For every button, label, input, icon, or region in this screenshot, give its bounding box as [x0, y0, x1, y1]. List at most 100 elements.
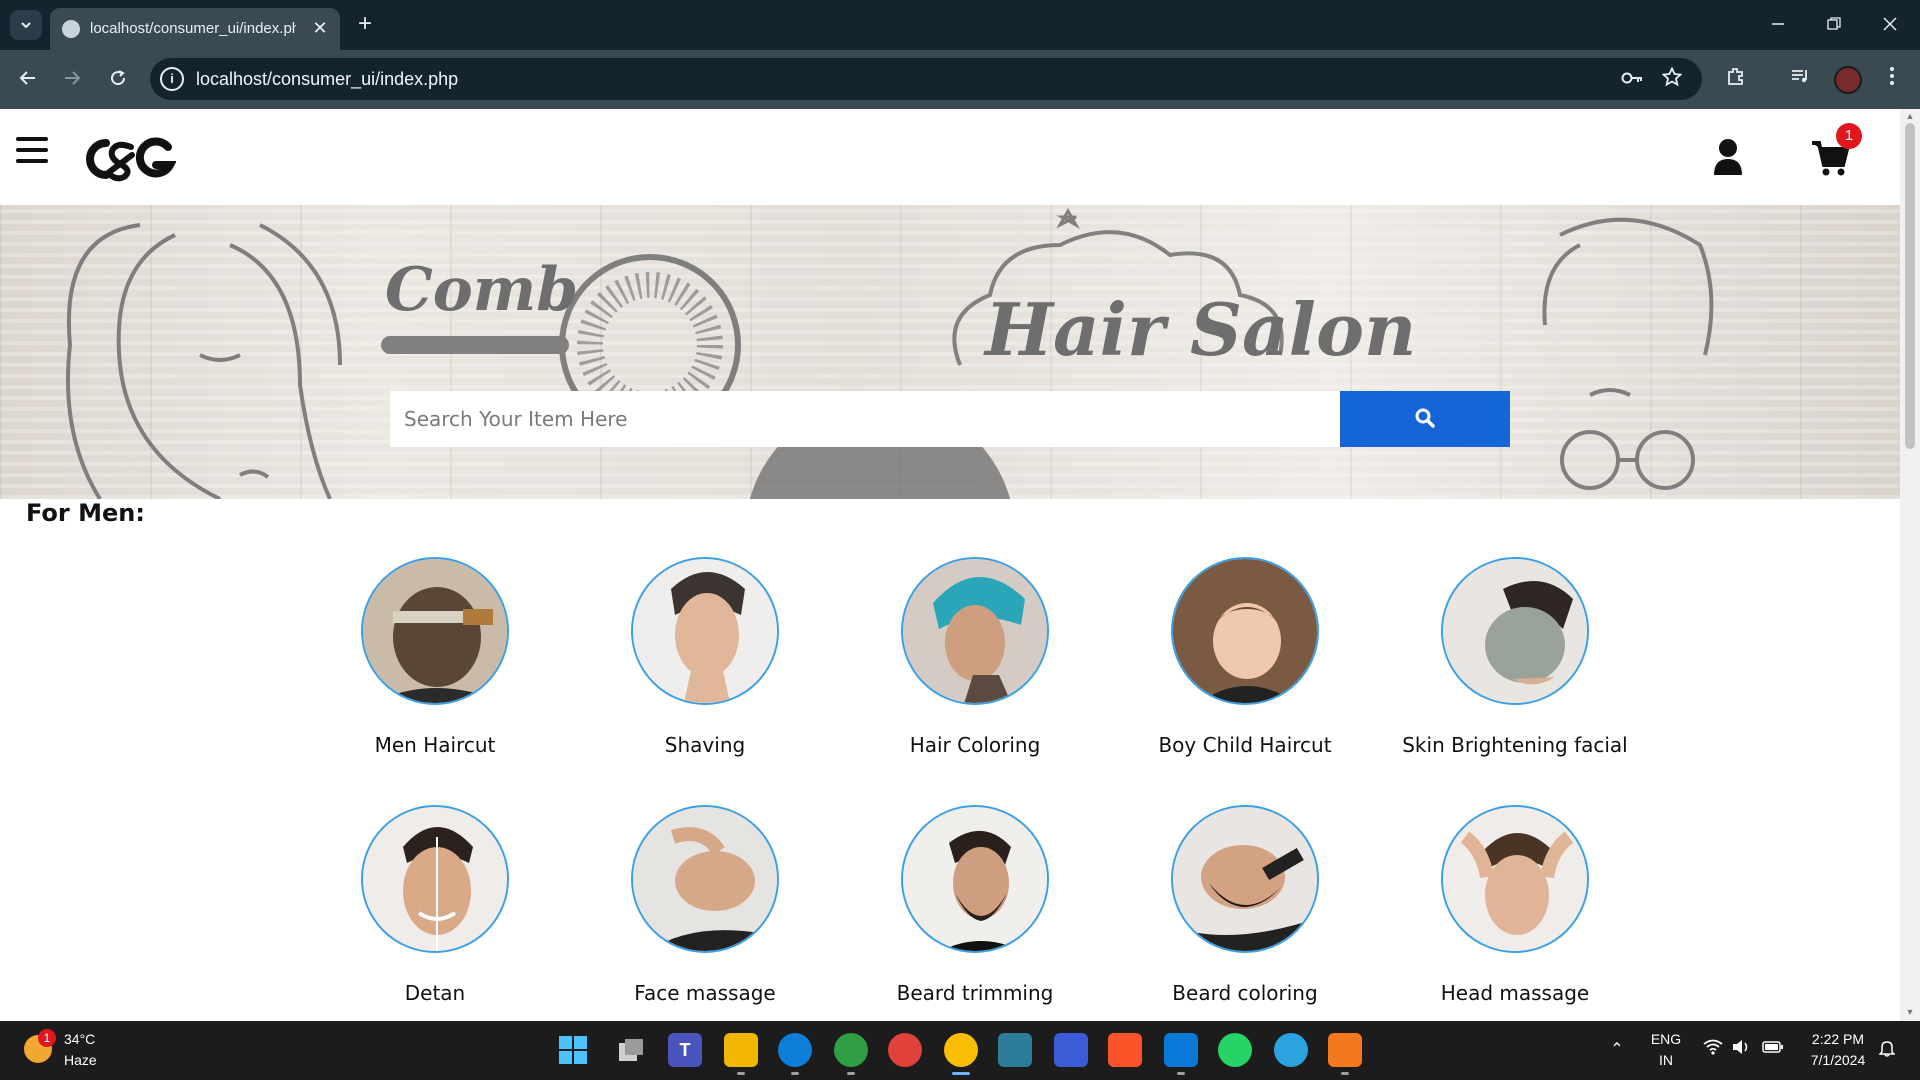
task-view-icon[interactable] — [614, 1033, 648, 1067]
service-card-hair-coloring[interactable]: Hair Coloring — [840, 557, 1110, 787]
service-card-skin-brightening-facial[interactable]: Skin Brightening facial — [1380, 557, 1650, 787]
service-card-detan[interactable]: Detan — [300, 805, 570, 1021]
key-icon[interactable] — [1620, 67, 1644, 91]
clock-time[interactable]: 2:22 PM — [1798, 1031, 1878, 1047]
face-massage-photo[interactable] — [631, 805, 779, 953]
edge-icon[interactable] — [778, 1033, 812, 1067]
shaving-photo[interactable] — [631, 557, 779, 705]
reload-button[interactable] — [100, 62, 136, 98]
media-control-icon[interactable] — [1786, 66, 1814, 94]
salon-illustration: Comb Hair Salon — [66, 207, 1714, 499]
beard-coloring-photo[interactable] — [1171, 805, 1319, 953]
more-menu-icon[interactable] — [1878, 66, 1906, 94]
scroll-thumb[interactable] — [1905, 123, 1915, 449]
battery-icon[interactable] — [1762, 1039, 1784, 1061]
info-icon[interactable]: i — [160, 67, 184, 91]
taskbar: 1 34°C Haze T ⌃ ENG IN 2:22 PM 7/1/2024 — [0, 1021, 1920, 1080]
browser-tab-strip: localhost/consumer_ui/index.php ✕ + — [0, 0, 1920, 50]
tab-search-button[interactable] — [10, 10, 42, 40]
service-card-men-haircut[interactable]: Men Haircut — [300, 557, 570, 787]
restore-button[interactable] — [1814, 8, 1854, 42]
child-haircut-photo[interactable] — [1171, 557, 1319, 705]
active-indicator — [952, 1072, 970, 1075]
address-bar[interactable]: i localhost/consumer_ui/index.php — [150, 58, 1702, 100]
cart-count-badge: 1 — [1836, 123, 1862, 149]
service-label: Detan — [404, 981, 466, 1005]
forward-button[interactable] — [54, 62, 90, 98]
browser-tab[interactable]: localhost/consumer_ui/index.php ✕ — [50, 8, 340, 50]
service-label: Hair Coloring — [909, 733, 1041, 757]
beard-trimming-photo[interactable] — [901, 805, 1049, 953]
chrome-active-icon[interactable] — [944, 1033, 978, 1067]
haircut-photo[interactable] — [361, 557, 509, 705]
start-icon[interactable] — [556, 1033, 590, 1067]
region-indicator[interactable]: IN — [1644, 1052, 1688, 1068]
arrow-left-icon — [19, 71, 35, 85]
weather-temperature[interactable]: 34°C — [64, 1031, 95, 1047]
extensions-icon[interactable] — [1722, 66, 1750, 94]
service-label: Boy Child Haircut — [1158, 733, 1332, 757]
wifi-icon[interactable] — [1702, 1039, 1724, 1061]
close-icon — [1883, 17, 1897, 31]
running-indicator — [1341, 1072, 1349, 1075]
profile-avatar[interactable] — [1834, 66, 1862, 94]
chevron-up-icon[interactable]: ⌃ — [1606, 1039, 1628, 1061]
scroll-down-icon[interactable]: ▼ — [1904, 1007, 1916, 1017]
service-card-shaving[interactable]: Shaving — [570, 557, 840, 787]
close-window-button[interactable] — [1870, 8, 1910, 42]
hair-coloring-photo[interactable] — [901, 557, 1049, 705]
whatsapp-icon[interactable] — [1218, 1033, 1252, 1067]
banner-comb-text: Comb — [385, 255, 578, 325]
detan-photo[interactable] — [361, 805, 509, 953]
service-card-head-massage[interactable]: Head massage — [1380, 805, 1650, 1021]
language-indicator[interactable]: ENG — [1644, 1031, 1688, 1047]
url-text[interactable]: localhost/consumer_ui/index.php — [196, 69, 458, 90]
back-button[interactable] — [10, 62, 46, 98]
browser-toolbar: i localhost/consumer_ui/index.php — [0, 50, 1920, 109]
section-title: For Men: — [26, 499, 145, 527]
service-card-beard-trimming[interactable]: Beard trimming — [840, 805, 1110, 1021]
chevron-down-icon — [21, 22, 31, 29]
xampp-icon[interactable] — [1328, 1033, 1362, 1067]
search-input[interactable] — [390, 391, 1340, 447]
star-icon[interactable] — [1660, 66, 1684, 91]
chrome-profile-icon[interactable] — [888, 1033, 922, 1067]
volume-icon[interactable] — [1730, 1039, 1752, 1061]
weather-condition[interactable]: Haze — [64, 1052, 97, 1068]
service-card-boy-child-haircut[interactable]: Boy Child Haircut — [1110, 557, 1380, 787]
teams-icon[interactable]: T — [668, 1033, 702, 1067]
running-indicator — [847, 1072, 855, 1075]
service-label: Beard trimming — [896, 981, 1054, 1005]
page-viewport: 1 Comb Hair Salon Search Your Item Here … — [0, 109, 1900, 1021]
service-card-face-massage[interactable]: Face massage — [570, 805, 840, 1021]
search-icon — [1415, 408, 1435, 428]
site-logo[interactable] — [76, 133, 177, 185]
facial-photo[interactable] — [1441, 557, 1589, 705]
running-indicator — [791, 1072, 799, 1075]
chrome-icon[interactable] — [834, 1033, 868, 1067]
tab-title: localhost/consumer_ui/index.php — [90, 20, 296, 37]
notification-bell-icon[interactable] — [1876, 1039, 1898, 1061]
app-icon[interactable] — [1054, 1033, 1088, 1067]
page-scrollbar[interactable]: ▲ ▼ — [1900, 109, 1920, 1021]
reload-icon — [111, 70, 126, 86]
hero-banner: Comb Hair Salon — [0, 205, 1900, 499]
search-button[interactable] — [1340, 391, 1510, 447]
clock-date[interactable]: 7/1/2024 — [1798, 1052, 1878, 1068]
menu-icon[interactable] — [16, 137, 48, 163]
close-tab-button[interactable]: ✕ — [308, 16, 332, 40]
scroll-up-icon[interactable]: ▲ — [1904, 111, 1916, 121]
telegram-icon[interactable] — [1274, 1033, 1308, 1067]
vscode-icon[interactable] — [1164, 1033, 1198, 1067]
service-card-beard-coloring[interactable]: Beard coloring — [1110, 805, 1380, 1021]
head-massage-photo[interactable] — [1441, 805, 1589, 953]
user-icon[interactable] — [1712, 137, 1744, 177]
new-tab-button[interactable]: + — [350, 10, 380, 40]
minimize-button[interactable] — [1758, 8, 1798, 42]
service-grid: Men Haircut Shaving Hair Coloring Boy Ch… — [300, 557, 1628, 1021]
store-icon[interactable] — [998, 1033, 1032, 1067]
brave-icon[interactable] — [1108, 1033, 1142, 1067]
file-explorer-icon[interactable] — [724, 1033, 758, 1067]
globe-icon — [62, 20, 80, 38]
site-header: 1 — [0, 109, 1900, 205]
